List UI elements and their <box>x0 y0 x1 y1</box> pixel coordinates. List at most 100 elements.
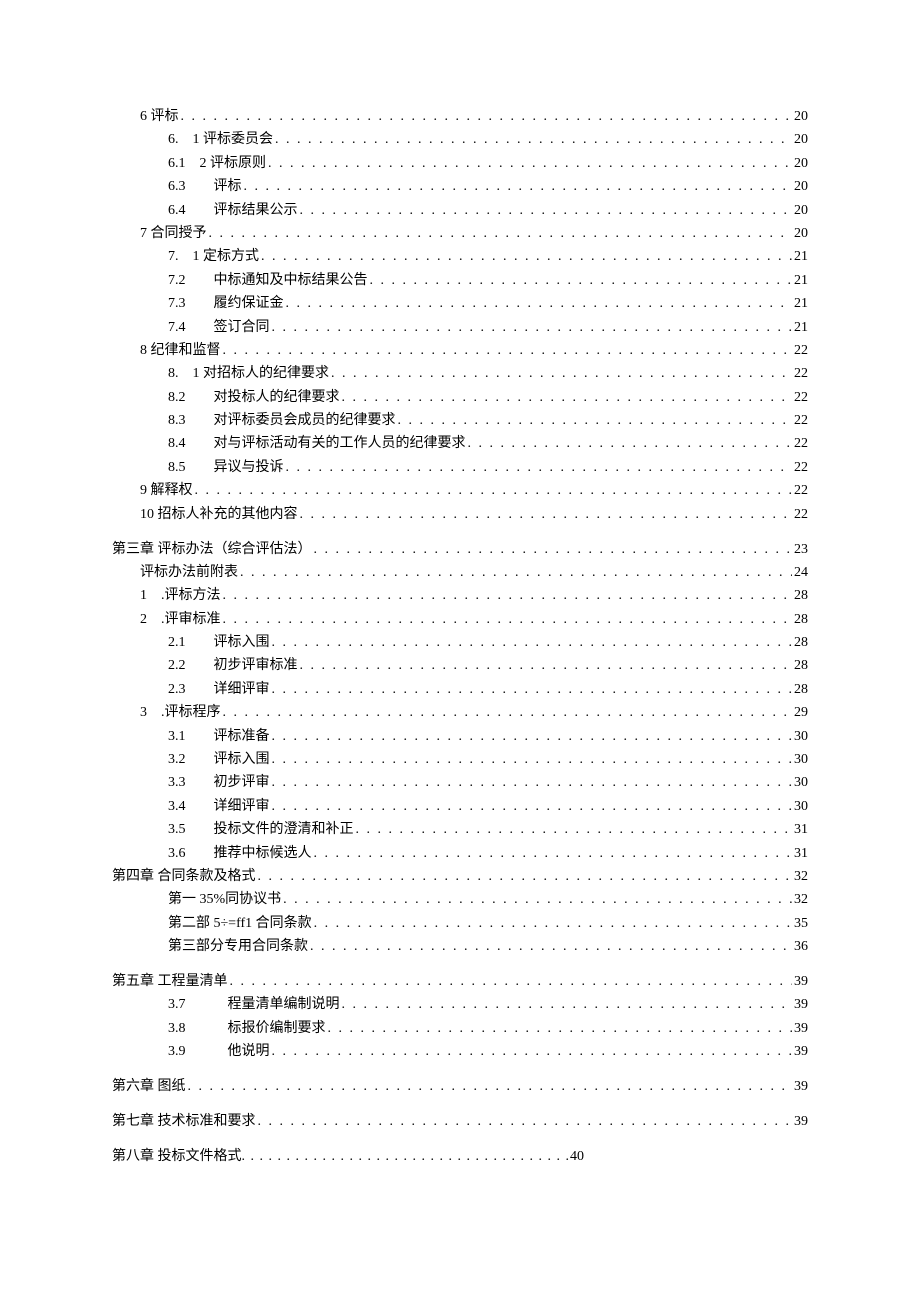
toc-label: 8.5 异议与投诉 <box>168 459 284 478</box>
toc-label: 10 招标人补充的其他内容 <box>140 506 298 525</box>
toc-page: 28 <box>794 611 808 630</box>
toc-page: 21 <box>794 295 808 314</box>
toc-entry: 7.3 履约保证金 21 <box>112 295 808 314</box>
toc-dots <box>223 587 793 606</box>
toc-page: 39 <box>794 1020 808 1039</box>
toc-page: 30 <box>794 751 808 770</box>
toc-entry: 7.2 中标通知及中标结果公告 21 <box>112 272 808 291</box>
toc-dots <box>181 108 793 127</box>
toc-dots <box>240 564 792 583</box>
toc-page: 30 <box>794 774 808 793</box>
toc-label: 3.9 他说明 <box>168 1043 270 1062</box>
toc-label: 第三部分专用合同条款 <box>168 938 308 957</box>
toc-page: 30 <box>794 728 808 747</box>
toc-label: 6. 1 评标委员会 <box>168 131 273 150</box>
toc-page: 35 <box>794 915 808 934</box>
toc-entry: 7.4 签订合同21 <box>112 319 808 338</box>
toc-dots <box>272 634 793 653</box>
toc-label: 3.1 评标准备 <box>168 728 270 747</box>
toc-dots <box>223 342 793 361</box>
toc-dots <box>342 996 793 1015</box>
toc-dots <box>398 412 793 431</box>
toc-entry: 第五章 工程量清单39 <box>112 973 808 992</box>
toc-entry: 8. 1 对招标人的纪律要求22 <box>112 365 808 384</box>
toc-dots <box>286 295 793 314</box>
toc-page: 20 <box>794 155 808 174</box>
toc-label: 第七章 技术标准和要求 <box>112 1113 256 1132</box>
toc-label: 8.4 对与评标活动有关的工作人员的纪律要求 <box>168 435 466 454</box>
toc-label: 第六章 图纸 <box>112 1078 186 1097</box>
toc-page: 22 <box>794 389 808 408</box>
toc-entry: 第八章 投标文件格式 . . . . . . . . . . . . . . .… <box>112 1148 808 1167</box>
toc-page: 20 <box>794 108 808 127</box>
toc-label: 8 纪律和监督 <box>140 342 221 361</box>
toc-dots <box>223 611 793 630</box>
toc-page: 22 <box>794 435 808 454</box>
toc-dots <box>272 681 793 700</box>
toc-dots <box>286 459 793 478</box>
toc-entry: 第三部分专用合同条款 36 <box>112 938 808 957</box>
toc-page: 39 <box>794 1078 808 1097</box>
toc-dots <box>356 821 793 840</box>
toc-page: 39 <box>794 996 808 1015</box>
toc-entry: 第六章 图纸 39 <box>112 1078 808 1097</box>
toc-entry: 3.8 标报价编制要求39 <box>112 1020 808 1039</box>
toc-page: 21 <box>794 272 808 291</box>
toc-label: 3.6 推荐中标候选人 <box>168 845 312 864</box>
toc-entry: 3.7 程量清单编制说明39 <box>112 996 808 1015</box>
toc-dots <box>370 272 793 291</box>
toc-entry: 2.2 初步评审标准28 <box>112 657 808 676</box>
toc-page: 20 <box>794 202 808 221</box>
toc-page: 31 <box>794 845 808 864</box>
toc-label: 6.4 评标结果公示 <box>168 202 298 221</box>
toc-page: 39 <box>794 973 808 992</box>
toc-entry: 6.4 评标结果公示 20 <box>112 202 808 221</box>
toc-entry: 2.3 详细评审28 <box>112 681 808 700</box>
toc-page: 23 <box>794 541 808 560</box>
toc-label: 6 评标 <box>140 108 179 127</box>
toc-label: 7.3 履约保证金 <box>168 295 284 314</box>
toc-label: 3.3 初步评审 <box>168 774 270 793</box>
toc-label: 7.2 中标通知及中标结果公告 <box>168 272 368 291</box>
toc-entry: 6.1 2 评标原则 20 <box>112 155 808 174</box>
toc-page: 22 <box>794 459 808 478</box>
toc-label: 3.5 投标文件的澄清和补正 <box>168 821 354 840</box>
toc-dots <box>300 657 793 676</box>
toc-entry: 2 .评审标准28 <box>112 611 808 630</box>
toc-page: 32 <box>794 891 808 910</box>
toc-entry: 第三章 评标办法（综合评估法）23 <box>112 541 808 560</box>
toc-entry: 9 解释权22 <box>112 482 808 501</box>
toc-dots <box>275 131 792 150</box>
toc-label: 8. 1 对招标人的纪律要求 <box>168 365 329 384</box>
toc-entry: 第四章 合同条款及格式32 <box>112 868 808 887</box>
toc-dots <box>195 482 793 501</box>
toc-entry: 7. 1 定标方式21 <box>112 248 808 267</box>
table-of-contents: 6 评标 20 6. 1 评标委员会 20 6.1 2 评标原则 20 6.3 评标20 6.… <box>112 108 808 1167</box>
toc-label: 第一 35%同协议书 <box>168 891 281 910</box>
toc-entry: 3.5 投标文件的澄清和补正31 <box>112 821 808 840</box>
toc-label: 6.1 2 评标原则 <box>168 155 266 174</box>
toc-dots <box>314 845 793 864</box>
toc-page: 20 <box>794 225 808 244</box>
toc-dots <box>314 541 793 560</box>
toc-page: 20 <box>794 131 808 150</box>
toc-entry: 6.3 评标20 <box>112 178 808 197</box>
toc-dots <box>328 1020 793 1039</box>
toc-page: 28 <box>794 657 808 676</box>
toc-dots <box>188 1078 793 1097</box>
toc-page: 36 <box>794 938 808 957</box>
toc-dots <box>272 798 793 817</box>
toc-entry: 评标办法前附表24 <box>112 564 808 583</box>
toc-dots <box>300 202 793 221</box>
toc-entry: 3.2 评标入围 30 <box>112 751 808 770</box>
toc-label: 2.3 详细评审 <box>168 681 270 700</box>
toc-dots <box>300 506 793 525</box>
toc-entry: 3.1 评标准备 30 <box>112 728 808 747</box>
toc-label: 3.2 评标入围 <box>168 751 270 770</box>
toc-entry: 3.9 他说明39 <box>112 1043 808 1062</box>
toc-page: 24 <box>794 564 808 583</box>
toc-dots <box>272 319 793 338</box>
toc-dots-short: . . . . . . . . . . . . . . . . . . . . … <box>242 1148 571 1167</box>
toc-dots <box>331 365 792 384</box>
toc-entry: 3.6 推荐中标候选人 31 <box>112 845 808 864</box>
